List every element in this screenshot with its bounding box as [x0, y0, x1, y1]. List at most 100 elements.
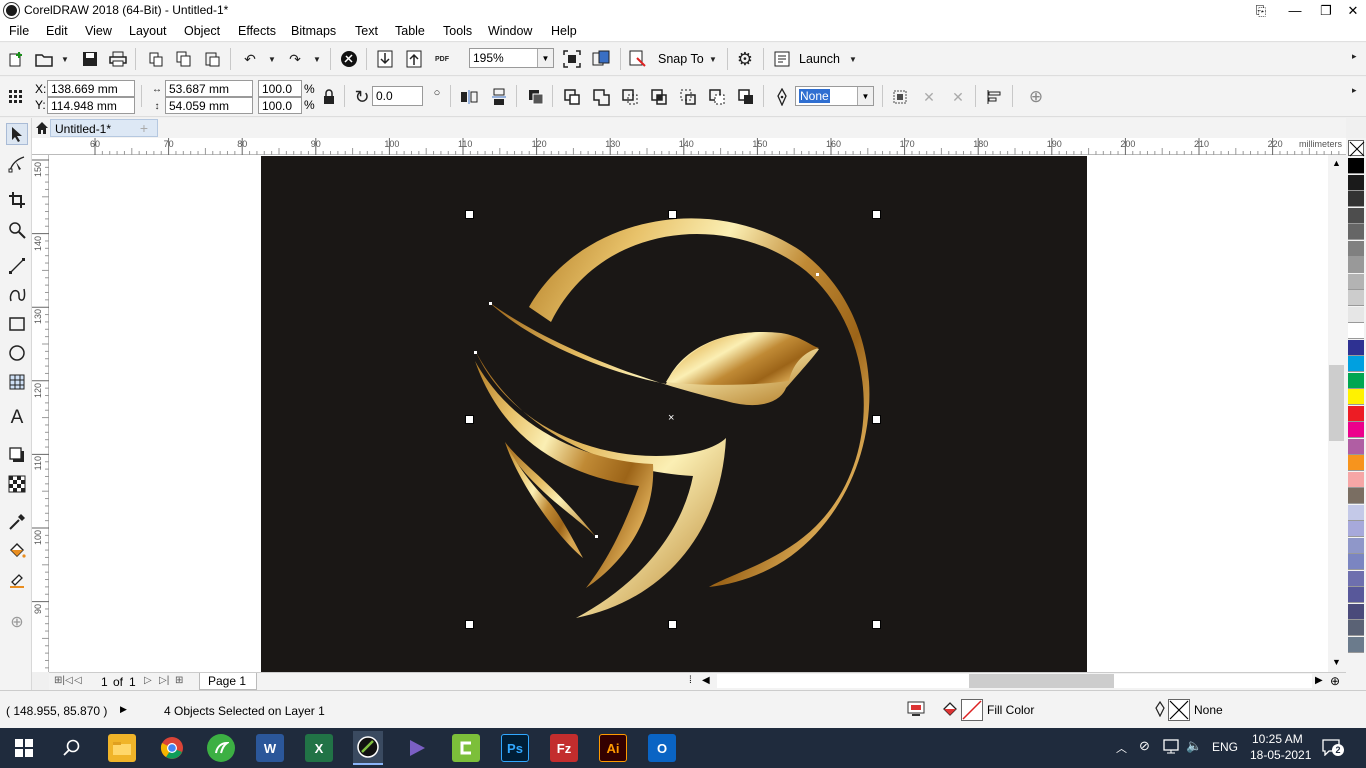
add-icon[interactable]: ⊕ [1026, 87, 1046, 107]
selection-handle-bottom-center[interactable] [668, 620, 677, 629]
bird-head-shape[interactable] [666, 331, 819, 385]
volume-icon[interactable]: 🔈 [1186, 738, 1202, 754]
menu-effects[interactable]: Effects [238, 24, 276, 38]
color-swatch[interactable] [1348, 554, 1364, 570]
menu-edit[interactable]: Edit [46, 24, 68, 38]
color-swatch[interactable] [1348, 174, 1364, 191]
menu-layout[interactable]: Layout [129, 24, 167, 38]
color-swatch[interactable] [1348, 438, 1364, 455]
main-wing-shape[interactable] [476, 352, 726, 618]
front-minus-back-icon[interactable] [707, 87, 727, 107]
splitter-handle-icon[interactable]: ⁞ [689, 675, 692, 686]
menu-text[interactable]: Text [355, 24, 378, 38]
color-swatch[interactable] [1348, 504, 1364, 521]
align-distribute-icon[interactable] [984, 87, 1004, 107]
path-node[interactable] [595, 535, 598, 538]
color-swatch[interactable] [1348, 405, 1364, 422]
media-player-icon[interactable] [403, 734, 431, 762]
selection-handle-top-center[interactable] [668, 210, 677, 219]
break-apart-icon[interactable]: ✕ [948, 87, 968, 107]
shape-tool-icon[interactable] [6, 153, 28, 175]
horizontal-scroll-track[interactable] [717, 674, 1312, 688]
mirror-vertical-icon[interactable] [489, 87, 509, 107]
color-swatch[interactable] [1348, 570, 1364, 587]
color-swatch[interactable] [1348, 537, 1364, 554]
drop-shadow-tool-icon[interactable] [6, 444, 28, 466]
ellipse-tool-icon[interactable] [6, 342, 28, 364]
color-swatch[interactable] [1348, 207, 1364, 224]
color-swatch[interactable] [1348, 603, 1364, 620]
crop-tool-icon[interactable] [6, 189, 28, 211]
color-swatch[interactable] [1348, 422, 1364, 438]
horizontal-scroll-thumb[interactable] [969, 674, 1114, 688]
notification-center-icon[interactable]: 2 [1322, 738, 1344, 758]
next-page-icon[interactable]: ▷ [144, 675, 152, 686]
new-document-icon[interactable] [6, 49, 26, 69]
weld-icon[interactable] [591, 87, 611, 107]
scroll-left-arrow[interactable]: ◀ [702, 675, 710, 686]
copy-icon[interactable] [174, 49, 194, 69]
excel-icon[interactable]: X [305, 734, 333, 762]
color-swatch[interactable] [1348, 323, 1364, 339]
path-node[interactable] [816, 273, 819, 276]
vertical-scrollbar[interactable]: ▲ ▼ [1328, 155, 1346, 672]
color-proofing-icon[interactable] [907, 701, 925, 717]
color-swatch[interactable] [1348, 455, 1364, 471]
menu-view[interactable]: View [85, 24, 112, 38]
print-icon[interactable] [108, 49, 128, 69]
import-icon[interactable] [375, 49, 395, 69]
search-content-icon[interactable] [339, 49, 359, 69]
launch-label[interactable]: Launch [799, 52, 840, 66]
selection-handle-middle-left[interactable] [465, 415, 474, 424]
clock-time[interactable]: 10:25 AM [1252, 732, 1303, 746]
vertical-ruler[interactable]: 150 140 130 120 110 100 90 [32, 155, 49, 672]
status-expand-arrow[interactable]: ▶ [120, 704, 127, 715]
export-icon[interactable] [404, 49, 424, 69]
account-icon[interactable]: ⎘ [1246, 0, 1276, 21]
menu-window[interactable]: Window [488, 24, 532, 38]
scale-height-field[interactable]: 100.0 [258, 97, 302, 114]
path-node[interactable] [489, 302, 492, 305]
zoom-navigator-icon[interactable]: ⊕ [1330, 674, 1340, 688]
cut-icon[interactable] [146, 49, 166, 69]
network-icon[interactable]: ⊘ [1139, 738, 1150, 754]
rotation-center-icon[interactable]: × [668, 412, 674, 424]
chrome-icon[interactable] [158, 734, 186, 762]
illustrator-icon[interactable]: Ai [599, 734, 627, 762]
menu-file[interactable]: File [9, 24, 29, 38]
scroll-down-arrow[interactable]: ▼ [1332, 657, 1341, 667]
paste-icon[interactable] [202, 49, 222, 69]
undo-icon[interactable]: ↶ [240, 49, 260, 69]
first-page-icon[interactable]: ⊞|◁ [54, 675, 73, 686]
color-swatch[interactable] [1348, 471, 1364, 488]
simplify-icon[interactable] [678, 87, 698, 107]
zoom-tool-icon[interactable] [6, 219, 28, 241]
height-field[interactable]: 54.059 mm [165, 97, 253, 114]
close-button[interactable]: ✕ [1338, 0, 1366, 21]
pick-tool-icon[interactable] [6, 123, 28, 145]
fill-color-swatch[interactable] [961, 699, 983, 721]
vertical-scroll-thumb[interactable] [1329, 365, 1344, 441]
search-icon[interactable] [58, 734, 86, 762]
color-swatch[interactable] [1348, 158, 1364, 174]
artistic-media-tool-icon[interactable] [6, 284, 28, 306]
filezilla-icon[interactable]: Fz [550, 734, 578, 762]
color-swatch[interactable] [1348, 290, 1364, 306]
width-field[interactable]: 53.687 mm [165, 80, 253, 97]
show-hidden-icons-chevron-icon[interactable]: ︿ [1116, 740, 1127, 756]
y-position-field[interactable]: 114.948 mm [47, 97, 135, 114]
chevron-down-icon[interactable]: ▼ [857, 87, 873, 105]
color-swatch[interactable] [1348, 356, 1364, 372]
scale-width-field[interactable]: 100.0 [258, 80, 302, 97]
eyedropper-tool-icon[interactable] [6, 511, 28, 533]
open-folder-icon[interactable] [34, 49, 54, 69]
x-position-field[interactable]: 138.669 mm [47, 80, 135, 97]
redo-dropdown-arrow[interactable]: ▼ [313, 55, 321, 64]
group-objects-icon[interactable] [526, 87, 546, 107]
color-swatch[interactable] [1348, 306, 1364, 323]
color-swatch[interactable] [1348, 521, 1364, 537]
coreldraw-taskbar-icon[interactable] [353, 731, 383, 765]
horizontal-ruler[interactable]: 60 70 80 90 100 110 120 130 140 150 160 170 180 190 20… [32, 138, 1346, 155]
chevron-down-icon[interactable]: ▼ [537, 49, 553, 67]
full-screen-preview-icon[interactable] [591, 49, 611, 69]
